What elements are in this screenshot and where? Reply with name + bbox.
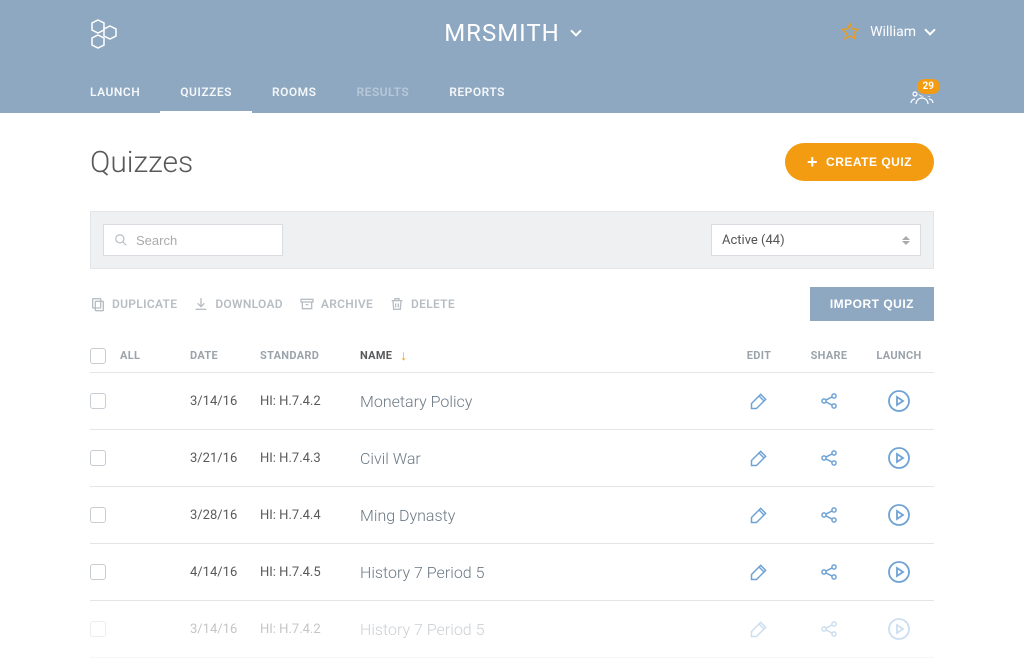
logo-icon: [90, 18, 120, 50]
page-title: Quizzes: [90, 145, 193, 180]
col-all[interactable]: ALL: [120, 349, 190, 362]
launch-button[interactable]: [864, 503, 934, 527]
quiz-table: ALL DATE STANDARD NAME ↓ EDIT SHARE LAUN…: [90, 339, 934, 658]
chevron-down-icon: [924, 24, 935, 35]
row-checkbox[interactable]: [90, 621, 106, 637]
launch-button[interactable]: [864, 389, 934, 413]
search-icon: [114, 233, 128, 247]
row-checkbox[interactable]: [90, 450, 106, 466]
standard-cell: HI: H.7.4.2: [260, 622, 360, 637]
status-filter-label: Active (44): [722, 233, 785, 248]
notifications[interactable]: 29: [910, 87, 934, 105]
nav-rooms[interactable]: ROOMS: [272, 71, 317, 113]
launch-button[interactable]: [864, 446, 934, 470]
duplicate-icon: [90, 296, 106, 312]
table-row: 3/14/16 HI: H.7.4.2 Monetary Policy: [90, 373, 934, 430]
create-quiz-button[interactable]: + CREATE QUIZ: [785, 143, 934, 181]
col-share: SHARE: [794, 349, 864, 362]
edit-button[interactable]: [724, 562, 794, 582]
share-button[interactable]: [794, 448, 864, 468]
nav-tabs: LAUNCH QUIZZES ROOMS RESULTS REPORTS 29: [0, 65, 1024, 113]
row-checkbox[interactable]: [90, 564, 106, 580]
date-cell: 3/21/16: [190, 451, 260, 466]
download-button[interactable]: DOWNLOAD: [193, 296, 283, 312]
download-icon: [193, 296, 209, 312]
launch-button[interactable]: [864, 617, 934, 641]
select-arrows-icon: [902, 236, 910, 245]
create-quiz-label: CREATE QUIZ: [826, 155, 912, 169]
share-button[interactable]: [794, 562, 864, 582]
plus-icon: +: [807, 156, 818, 168]
date-cell: 4/14/16: [190, 565, 260, 580]
app-header: MRSMITH William LAUNCH QUIZZES ROOMS RES…: [0, 0, 1024, 113]
duplicate-button[interactable]: DUPLICATE: [90, 296, 177, 312]
table-row: 3/28/16 HI: H.7.4.4 Ming Dynasty: [90, 487, 934, 544]
standard-cell: HI: H.7.4.4: [260, 508, 360, 523]
edit-button[interactable]: [724, 619, 794, 639]
edit-button[interactable]: [724, 505, 794, 525]
archive-button[interactable]: ARCHIVE: [299, 296, 373, 312]
row-checkbox[interactable]: [90, 507, 106, 523]
user-menu[interactable]: William: [840, 22, 934, 42]
name-cell[interactable]: Ming Dynasty: [360, 506, 724, 525]
name-cell[interactable]: Civil War: [360, 449, 724, 468]
table-row: 3/21/16 HI: H.7.4.3 Civil War: [90, 430, 934, 487]
nav-quizzes[interactable]: QUIZZES: [180, 71, 232, 113]
search-input[interactable]: [136, 233, 272, 248]
brand-dropdown[interactable]: MRSMITH: [444, 19, 580, 47]
row-checkbox[interactable]: [90, 393, 106, 409]
name-cell[interactable]: History 7 Period 5: [360, 563, 724, 582]
standard-cell: HI: H.7.4.2: [260, 394, 360, 409]
name-cell[interactable]: Monetary Policy: [360, 392, 724, 411]
select-all-checkbox[interactable]: [90, 348, 106, 364]
share-button[interactable]: [794, 391, 864, 411]
star-icon: [840, 22, 860, 42]
trash-icon: [389, 296, 405, 312]
date-cell: 3/28/16: [190, 508, 260, 523]
col-date[interactable]: DATE: [190, 349, 260, 362]
table-row: 4/14/16 HI: H.7.4.5 History 7 Period 5: [90, 544, 934, 601]
date-cell: 3/14/16: [190, 622, 260, 637]
col-edit: EDIT: [724, 349, 794, 362]
edit-button[interactable]: [724, 448, 794, 468]
delete-button[interactable]: DELETE: [389, 296, 455, 312]
nav-results[interactable]: RESULTS: [356, 71, 409, 113]
standard-cell: HI: H.7.4.3: [260, 451, 360, 466]
user-name: William: [870, 24, 916, 40]
col-launch: LAUNCH: [864, 349, 934, 362]
standard-cell: HI: H.7.4.5: [260, 565, 360, 580]
launch-button[interactable]: [864, 560, 934, 584]
nav-launch[interactable]: LAUNCH: [90, 71, 140, 113]
notif-count: 29: [915, 77, 942, 96]
search-box: [103, 224, 283, 256]
name-cell[interactable]: History 7 Period 5: [360, 620, 724, 639]
import-quiz-button[interactable]: IMPORT QUIZ: [810, 287, 934, 321]
nav-reports[interactable]: REPORTS: [449, 71, 505, 113]
sort-arrow-icon: ↓: [400, 347, 407, 364]
date-cell: 3/14/16: [190, 394, 260, 409]
share-button[interactable]: [794, 505, 864, 525]
archive-icon: [299, 296, 315, 312]
share-button[interactable]: [794, 619, 864, 639]
table-header: ALL DATE STANDARD NAME ↓ EDIT SHARE LAUN…: [90, 339, 934, 373]
status-filter[interactable]: Active (44): [711, 224, 921, 256]
chevron-down-icon: [570, 25, 581, 36]
col-standard[interactable]: STANDARD: [260, 349, 360, 362]
brand-name: MRSMITH: [444, 19, 560, 47]
filter-bar: Active (44): [90, 211, 934, 269]
col-name[interactable]: NAME ↓: [360, 347, 724, 364]
edit-button[interactable]: [724, 391, 794, 411]
table-row: 3/14/16 HI: H.7.4.2 History 7 Period 5: [90, 601, 934, 658]
